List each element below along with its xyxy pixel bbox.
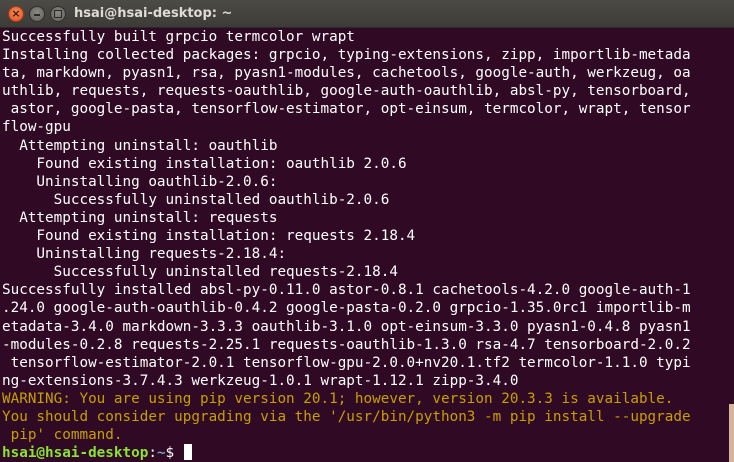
output-line: tensorflow-estimator-2.0.1 tensorflow-gp… xyxy=(2,354,691,371)
output-line: Installing collected packages: grpcio, t… xyxy=(2,47,691,64)
prompt-symbol: $ xyxy=(165,445,183,462)
maximize-button[interactable] xyxy=(50,6,66,22)
terminal-output: Successfully built grpcio termcolor wrap… xyxy=(2,28,728,462)
prompt-path: ~ xyxy=(156,445,166,462)
maximize-icon xyxy=(54,10,62,18)
output-line: -modules-0.2.8 requests-2.25.1 requests-… xyxy=(2,336,691,353)
title-bar[interactable]: × hsai@hsai-desktop: ~ xyxy=(0,0,734,28)
command-prompt[interactable]: hsai@hsai-desktop:~$ xyxy=(2,444,728,462)
terminal-area[interactable]: Successfully built grpcio termcolor wrap… xyxy=(0,28,734,462)
warning-line: You should consider upgrading via the '/… xyxy=(2,408,691,425)
output-line: etadata-3.4.0 markdown-3.3.3 oauthlib-3.… xyxy=(2,318,691,335)
output-line: Successfully uninstalled oauthlib-2.0.6 xyxy=(2,191,390,208)
output-line: Successfully uninstalled requests-2.18.4 xyxy=(2,264,398,281)
close-icon: × xyxy=(11,7,21,20)
scrollbar[interactable] xyxy=(729,404,734,462)
minimize-icon xyxy=(34,14,40,16)
output-line: Successfully built grpcio termcolor wrap… xyxy=(2,29,355,45)
window-title: hsai@hsai-desktop: ~ xyxy=(74,6,233,21)
output-line: .24.0 google-auth-oauthlib-0.4.2 google-… xyxy=(2,300,691,317)
output-line: ng-extensions-3.7.4.3 werkzeug-1.0.1 wra… xyxy=(2,372,519,389)
prompt-user-host: hsai@hsai-desktop xyxy=(2,445,149,462)
text-cursor xyxy=(183,444,193,461)
minimize-button[interactable] xyxy=(29,6,45,22)
output-line: Successfully installed absl-py-0.11.0 as… xyxy=(2,282,691,299)
terminal-window: × hsai@hsai-desktop: ~ Successfully buil… xyxy=(0,0,734,462)
output-line: Uninstalling requests-2.18.4: xyxy=(2,246,287,263)
output-line: uthlib, requests, requests-oauthlib, goo… xyxy=(2,83,691,100)
output-line: ta, markdown, pyasn1, rsa, pyasn1-module… xyxy=(2,65,691,82)
output-line: astor, google-pasta, tensorflow-estimato… xyxy=(2,101,691,118)
warning-line: pip' command. xyxy=(2,427,123,444)
warning-line: WARNING: You are using pip version 20.1;… xyxy=(2,390,674,407)
prompt-separator: : xyxy=(148,445,157,462)
output-line: Attempting uninstall: oauthlib xyxy=(2,137,278,154)
output-line: flow-gpu xyxy=(2,119,71,136)
output-line: Attempting uninstall: requests xyxy=(2,209,278,226)
output-line: Uninstalling oauthlib-2.0.6: xyxy=(2,173,278,190)
close-button[interactable]: × xyxy=(8,6,24,22)
output-line: Found existing installation: requests 2.… xyxy=(2,228,416,245)
output-line: Found existing installation: oauthlib 2.… xyxy=(2,155,407,172)
